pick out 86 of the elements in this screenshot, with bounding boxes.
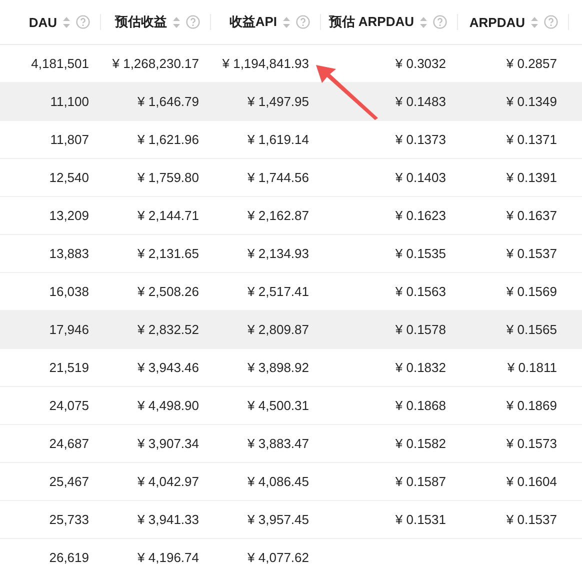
help-icon[interactable] [544, 15, 558, 29]
arrow-icon [314, 63, 380, 121]
table-cell: ¥ 0.2857 [506, 56, 557, 71]
table-cell: 16,038 [49, 284, 89, 299]
table-cell: ¥ 1,744.56 [248, 170, 309, 185]
column-header[interactable]: 预估 ARPDAU [328, 13, 414, 31]
table-cell: ¥ 0.1811 [507, 360, 557, 375]
table-cell: ¥ 0.1537 [506, 512, 557, 527]
table-cell: ¥ 3,907.34 [138, 436, 199, 451]
table-cell: ¥ 1,194,841.93 [222, 56, 309, 71]
table-cell: ¥ 2,162.87 [248, 208, 309, 223]
help-icon[interactable] [296, 15, 310, 29]
table-cell: 4,181,501 [31, 56, 89, 71]
table-cell: ¥ 4,042.97 [138, 474, 199, 489]
table-row[interactable]: 11,100 ¥ 1,646.79 ¥ 1,497.95 ¥ 0.1483 ¥ 0.1349 [0, 83, 582, 121]
column-header[interactable]: DAU [28, 14, 57, 30]
column-header[interactable]: 收益API [229, 13, 277, 31]
table-cell: ¥ 0.1565 [506, 322, 557, 337]
table-cell: 24,687 [49, 436, 89, 451]
table-row[interactable]: 17,946 ¥ 2,832.52 ¥ 2,809.87 ¥ 0.1578 ¥ 0.1565 [0, 311, 582, 349]
table-cell: ¥ 3,941.33 [138, 512, 199, 527]
sort-icon[interactable] [420, 16, 427, 28]
table-cell: ¥ 0.1573 [506, 436, 557, 451]
table-cell: ¥ 1,621.96 [138, 132, 199, 147]
table-cell: ¥ 2,832.52 [138, 322, 199, 337]
table-cell: ¥ 2,144.71 [138, 208, 199, 223]
sort-icon[interactable] [531, 16, 538, 28]
table-cell: ¥ 2,508.26 [138, 284, 199, 299]
table-cell: ¥ 0.1868 [395, 398, 446, 413]
table-cell: ¥ 1,268,230.17 [112, 56, 199, 71]
sort-icon[interactable] [63, 16, 70, 28]
sort-icon[interactable] [283, 16, 290, 28]
table-cell: ¥ 0.1569 [506, 284, 557, 299]
table-cell: 17,946 [49, 322, 89, 337]
help-icon[interactable] [433, 15, 447, 29]
help-icon[interactable] [186, 15, 200, 29]
table-cell: ¥ 0.1563 [395, 284, 446, 299]
table-cell: 26,619 [49, 550, 89, 565]
table-cell: ¥ 0.3032 [395, 56, 446, 71]
table-cell: ¥ 1,759.80 [138, 170, 199, 185]
table-cell: ¥ 0.1604 [506, 474, 557, 489]
table-cell: ¥ 4,498.90 [138, 398, 199, 413]
column-header[interactable]: 预估收益 [115, 13, 167, 31]
table-cell: ¥ 3,943.46 [138, 360, 199, 375]
table-cell: ¥ 0.1403 [395, 170, 446, 185]
table-cell: ¥ 3,957.45 [248, 512, 309, 527]
table-cell: ¥ 3,883.47 [248, 436, 309, 451]
table-cell: 25,467 [49, 474, 89, 489]
table-cell: 21,519 [49, 360, 89, 375]
table-cell: ¥ 1,619.14 [248, 132, 309, 147]
table-cell: 25,733 [49, 512, 89, 527]
table-cell: ¥ 2,517.41 [248, 284, 309, 299]
table-cell: 11,100 [50, 94, 89, 109]
table-cell: ¥ 4,077.62 [248, 550, 309, 565]
table-cell: ¥ 0.1832 [395, 360, 446, 375]
table-cell: 13,209 [49, 208, 89, 223]
table-cell: ¥ 0.1587 [395, 474, 446, 489]
table-cell: ¥ 0.1869 [506, 398, 557, 413]
table-cell: ¥ 0.1582 [395, 436, 446, 451]
table-cell: ¥ 0.1483 [395, 94, 446, 109]
table-cell: ¥ 1,497.95 [248, 94, 309, 109]
table-cell: 13,883 [49, 246, 89, 261]
table-cell: ¥ 2,134.93 [248, 246, 309, 261]
table-cell: ¥ 4,500.31 [248, 398, 309, 413]
table-cell: ¥ 0.1391 [506, 170, 557, 185]
table-cell: ¥ 0.1537 [506, 246, 557, 261]
table-cell: ¥ 1,646.79 [138, 94, 199, 109]
table-cell: 12,540 [49, 170, 89, 185]
table-cell: ¥ 4,196.74 [138, 550, 199, 565]
table-cell: ¥ 4,086.45 [248, 474, 309, 489]
table-cell: ¥ 0.1531 [395, 512, 446, 527]
table-cell: ¥ 0.1623 [395, 208, 446, 223]
table-cell: ¥ 0.1373 [395, 132, 446, 147]
table-cell: 24,075 [49, 398, 89, 413]
table-cell: ¥ 0.1349 [506, 94, 557, 109]
table-cell: ¥ 0.1578 [395, 322, 446, 337]
table-cell: ¥ 0.1535 [395, 246, 446, 261]
table-cell: ¥ 2,809.87 [248, 322, 309, 337]
table-cell: ¥ 0.1371 [506, 132, 557, 147]
table-cell: ¥ 0.1637 [506, 208, 557, 223]
help-icon[interactable] [76, 15, 90, 29]
table-cell: 11,807 [50, 132, 89, 147]
column-header[interactable]: ARPDAU [469, 14, 525, 30]
table-cell: ¥ 3,898.92 [248, 360, 309, 375]
sort-icon[interactable] [173, 16, 180, 28]
table-cell: ¥ 2,131.65 [138, 246, 199, 261]
